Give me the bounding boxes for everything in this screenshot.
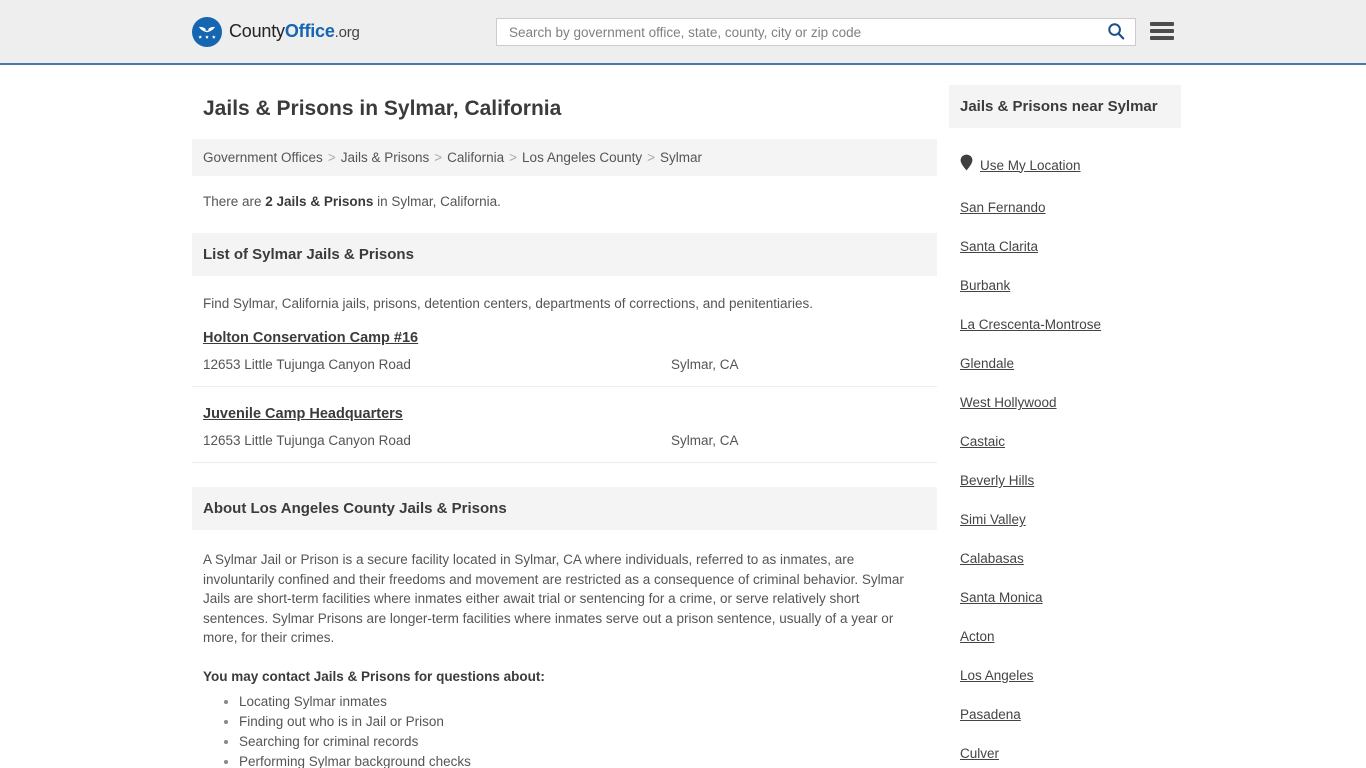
breadcrumb-sep-1: >	[434, 150, 443, 165]
site-logo-text: CountyOffice.org	[229, 21, 360, 42]
list-item: Finding out who is in Jail or Prison	[239, 714, 937, 729]
breadcrumb-sep-0: >	[327, 150, 336, 165]
logo-text-org: .org	[334, 24, 360, 41]
use-my-location-label: Use My Location	[980, 157, 1081, 173]
sidebar-item-acton[interactable]: Acton	[949, 629, 1181, 644]
logo-text-office: Office	[284, 21, 335, 41]
search-icon	[1107, 22, 1125, 43]
about-section-text: A Sylmar Jail or Prison is a secure faci…	[203, 552, 904, 645]
breadcrumb-sep-3: >	[647, 150, 656, 165]
listing-name-link[interactable]: Juvenile Camp Headquarters	[203, 406, 403, 422]
breadcrumb-sep-2: >	[509, 150, 518, 165]
hamburger-bar-2	[1150, 29, 1174, 33]
listing-detail: 12653 Little Tujunga Canyon Road Sylmar,…	[203, 433, 926, 448]
nearby-sidebar: Jails & Prisons near Sylmar Use My Locat…	[949, 85, 1181, 768]
hamburger-bar-1	[1150, 22, 1174, 26]
listing-city-state: Sylmar, CA	[671, 357, 739, 372]
sidebar-item-culver[interactable]: Culver	[949, 746, 1181, 761]
sidebar-item-santa-monica[interactable]: Santa Monica	[949, 590, 1181, 605]
listing-city-state: Sylmar, CA	[671, 433, 739, 448]
page-title: Jails & Prisons in Sylmar, California	[203, 97, 562, 120]
breadcrumb: Government Offices > Jails & Prisons > Calif…	[192, 139, 937, 176]
intro-count: 2 Jails & Prisons	[265, 194, 374, 209]
breadcrumb-item-1[interactable]: Jails & Prisons	[341, 150, 430, 165]
sidebar-item-la-crescenta-montrose[interactable]: La Crescenta-Montrose	[949, 317, 1181, 332]
search-bar[interactable]	[496, 18, 1136, 46]
sidebar-item-simi-valley[interactable]: Simi Valley	[949, 512, 1181, 527]
sidebar-item-san-fernando[interactable]: San Fernando	[949, 200, 1181, 215]
sidebar-item-beverly-hills[interactable]: Beverly Hills	[949, 473, 1181, 488]
intro-suffix: in Sylmar, California.	[373, 194, 501, 209]
intro-prefix: There are	[203, 194, 266, 209]
list-section-description: Find Sylmar, California jails, prisons, …	[203, 296, 814, 311]
logo-text-county: County	[229, 21, 285, 41]
map-pin-icon	[960, 154, 973, 176]
list-item: Performing Sylmar background checks	[239, 754, 937, 768]
sidebar-item-glendale[interactable]: Glendale	[949, 356, 1181, 371]
breadcrumb-item-0[interactable]: Government Offices	[203, 150, 323, 165]
main-column: Jails & Prisons in Sylmar, California Go…	[192, 85, 937, 768]
listing-row: Juvenile Camp Headquarters 12653 Little …	[192, 387, 937, 463]
breadcrumb-trail: Government Offices > Jails & Prisons > Calif…	[203, 150, 926, 165]
sidebar-item-santa-clarita[interactable]: Santa Clarita	[949, 239, 1181, 254]
hamburger-menu-icon[interactable]	[1150, 20, 1174, 42]
list-item: Locating Sylmar inmates	[239, 694, 937, 709]
breadcrumb-item-3[interactable]: Los Angeles County	[522, 150, 642, 165]
sidebar-item-pasadena[interactable]: Pasadena	[949, 707, 1181, 722]
sidebar-item-west-hollywood[interactable]: West Hollywood	[949, 395, 1181, 410]
listing-name-link[interactable]: Holton Conservation Camp #16	[203, 330, 418, 346]
breadcrumb-item-4[interactable]: Sylmar	[660, 150, 702, 165]
result-count-text: There are 2 Jails & Prisons in Sylmar, C…	[192, 176, 937, 209]
use-my-location-button[interactable]: Use My Location	[949, 154, 1181, 176]
listing-detail: 12653 Little Tujunga Canyon Road Sylmar,…	[203, 357, 926, 372]
about-section-title: About Los Angeles County Jails & Prisons	[192, 487, 937, 530]
page-body: Jails & Prisons in Sylmar, California Go…	[0, 65, 1366, 768]
county-office-eagle-icon	[192, 16, 222, 47]
contact-topics-list: Locating Sylmar inmates Finding out who …	[192, 694, 937, 768]
site-header: CountyOffice.org	[0, 0, 1366, 65]
sidebar-item-los-angeles[interactable]: Los Angeles	[949, 668, 1181, 683]
list-section-title: List of Sylmar Jails & Prisons	[192, 233, 937, 276]
listing-address: 12653 Little Tujunga Canyon Road	[203, 357, 411, 372]
contact-section-title: You may contact Jails & Prisons for ques…	[203, 668, 545, 684]
search-button[interactable]	[1105, 22, 1127, 43]
breadcrumb-item-2[interactable]: California	[447, 150, 504, 165]
sidebar-item-castaic[interactable]: Castaic	[949, 434, 1181, 449]
nearby-sidebar-title: Jails & Prisons near Sylmar	[949, 85, 1181, 128]
site-logo[interactable]: CountyOffice.org	[192, 16, 360, 47]
search-input[interactable]	[507, 19, 1105, 45]
list-item: Searching for criminal records	[239, 734, 937, 749]
sidebar-item-calabasas[interactable]: Calabasas	[949, 551, 1181, 566]
sidebar-item-burbank[interactable]: Burbank	[949, 278, 1181, 293]
hamburger-bar-3	[1150, 36, 1174, 40]
listing-row: Holton Conservation Camp #16 12653 Littl…	[192, 311, 937, 387]
listing-address: 12653 Little Tujunga Canyon Road	[203, 433, 411, 448]
